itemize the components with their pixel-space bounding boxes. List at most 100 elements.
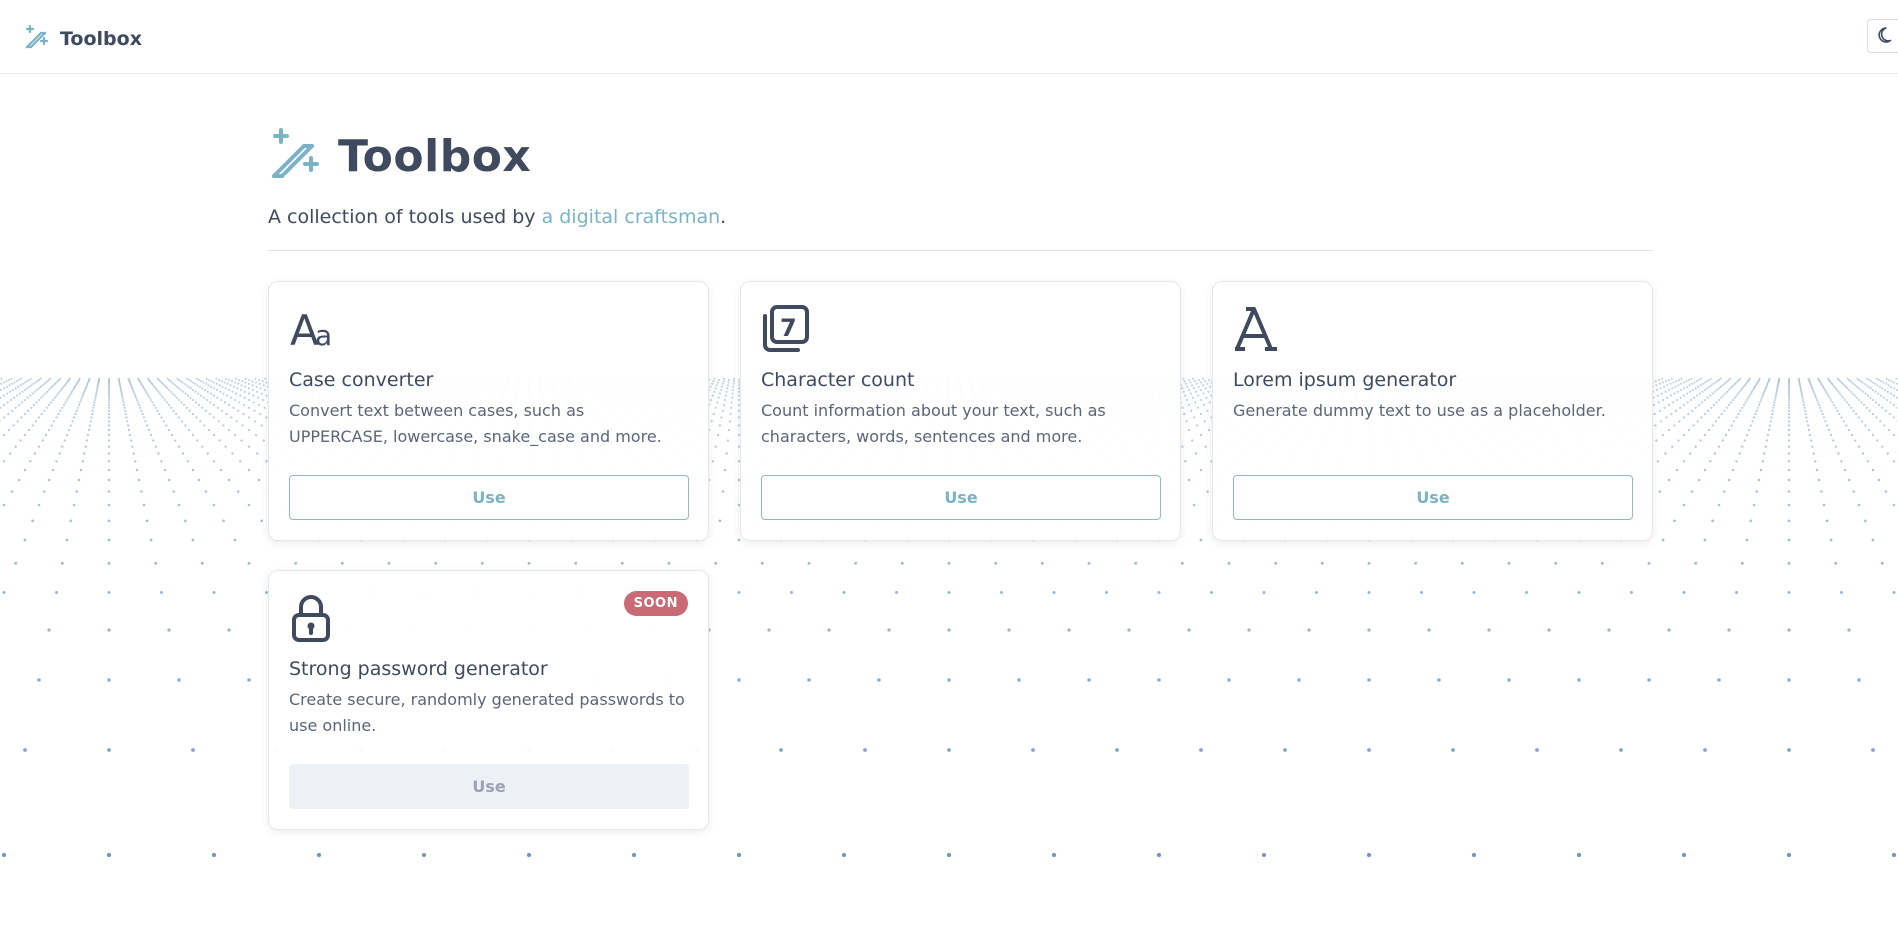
background-dot xyxy=(51,398,55,402)
background-dot xyxy=(37,503,41,507)
background-dot xyxy=(70,390,73,393)
background-dot xyxy=(107,460,111,463)
background-dot xyxy=(999,590,1004,595)
background-dot xyxy=(1247,628,1251,632)
background-dot xyxy=(224,445,227,448)
background-dot xyxy=(1703,433,1707,437)
background-dot xyxy=(1665,416,1668,419)
background-dot xyxy=(434,561,438,565)
theme-toggle-button[interactable] xyxy=(1867,19,1898,53)
background-dot xyxy=(237,378,241,382)
background-dot xyxy=(716,401,719,404)
use-character-count-button[interactable]: Use xyxy=(761,475,1161,520)
background-dot xyxy=(1857,387,1861,390)
background-dot xyxy=(1717,387,1721,390)
background-dot xyxy=(1738,452,1741,455)
background-dot xyxy=(1871,468,1875,472)
background-dot xyxy=(1694,561,1698,565)
background-dot xyxy=(1679,388,1683,392)
tagline-period: . xyxy=(720,206,727,228)
background-dot xyxy=(23,381,27,384)
use-password-generator-button[interactable]: Use xyxy=(289,764,689,809)
background-dot xyxy=(1460,561,1464,565)
background-dot xyxy=(135,468,139,472)
background-dot xyxy=(0,388,3,392)
background-dot xyxy=(14,445,17,448)
background-dot xyxy=(149,398,153,402)
background-dot xyxy=(107,452,111,455)
background-dot xyxy=(229,396,232,399)
background-dot xyxy=(212,381,216,384)
background-dot xyxy=(1193,380,1196,383)
background-dot xyxy=(107,503,111,507)
background-dot xyxy=(1787,398,1791,402)
background-dot xyxy=(218,384,221,387)
background-dot xyxy=(1682,460,1686,463)
background-dot xyxy=(1694,406,1697,409)
background-dot xyxy=(40,396,43,399)
background-dot xyxy=(1745,433,1749,437)
background-dot xyxy=(1678,420,1681,423)
digital-craftsman-link[interactable]: a digital craftsman xyxy=(542,206,721,228)
background-dot xyxy=(1427,628,1431,632)
background-dot xyxy=(1827,394,1830,397)
background-dot xyxy=(147,394,150,397)
background-dot xyxy=(1851,392,1854,395)
background-dot xyxy=(1751,420,1754,423)
brand-home-link[interactable]: Toolbox xyxy=(24,24,142,54)
background-dot xyxy=(1750,390,1753,393)
background-dot xyxy=(0,377,3,380)
background-dot xyxy=(1007,628,1011,632)
background-dot xyxy=(6,392,9,395)
background-dot xyxy=(132,390,135,393)
background-dot xyxy=(226,382,229,385)
background-dot xyxy=(1134,561,1138,565)
background-dot xyxy=(1712,403,1716,407)
background-dot xyxy=(1674,409,1677,412)
background-dot xyxy=(1194,401,1197,404)
background-dot xyxy=(1867,378,1871,382)
background-dot xyxy=(1835,388,1839,392)
background-dot xyxy=(887,628,891,632)
use-case-converter-button[interactable]: Use xyxy=(289,475,689,520)
background-dot xyxy=(2,590,6,595)
background-dot xyxy=(727,378,731,382)
background-dot xyxy=(1756,406,1759,409)
background-dot xyxy=(14,561,18,565)
background-dot xyxy=(1734,590,1739,595)
background-dot xyxy=(253,420,257,423)
background-dot xyxy=(219,390,222,393)
background-dot xyxy=(172,382,175,385)
background-dot xyxy=(1184,394,1187,397)
background-dot xyxy=(222,392,225,395)
background-dot xyxy=(947,628,951,632)
background-dot xyxy=(1800,392,1803,395)
background-dot xyxy=(1719,377,1722,380)
svg-text:a: a xyxy=(315,319,332,352)
background-dot xyxy=(212,403,216,407)
background-dot xyxy=(1764,445,1767,448)
background-dot xyxy=(194,390,197,393)
background-dot xyxy=(18,392,21,395)
background-dot xyxy=(47,388,51,392)
background-dot xyxy=(1727,403,1731,407)
background-dot xyxy=(1882,381,1885,384)
background-dot xyxy=(1787,392,1791,395)
background-dot xyxy=(247,398,251,402)
background-dot xyxy=(1732,384,1735,387)
background-dot xyxy=(1852,490,1855,493)
background-dot xyxy=(165,424,168,427)
background-dot xyxy=(1847,428,1851,432)
background-dot xyxy=(732,380,735,383)
background-dot xyxy=(44,392,47,395)
background-dot xyxy=(140,490,143,493)
background-dot xyxy=(1187,388,1191,392)
use-lorem-ipsum-button[interactable]: Use xyxy=(1233,475,1633,520)
background-dot xyxy=(1206,490,1209,493)
background-dot xyxy=(156,409,159,412)
background-dot xyxy=(1864,519,1867,523)
background-dot xyxy=(1825,390,1828,393)
background-dot xyxy=(1654,424,1657,427)
background-dot xyxy=(710,420,713,423)
background-dot xyxy=(55,460,58,463)
